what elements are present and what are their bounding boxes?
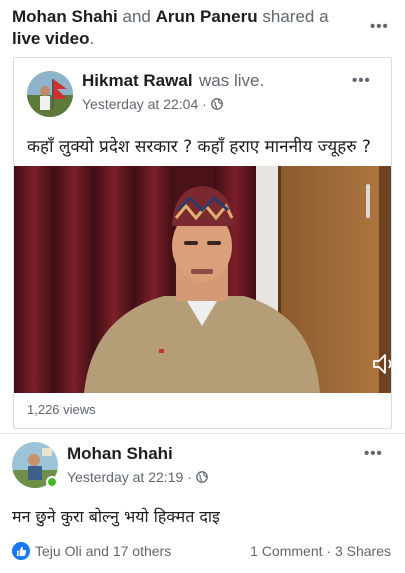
share-period: . [89, 29, 95, 48]
comment-timestamp[interactable]: Yesterday at 22:19 · [67, 469, 208, 485]
comment-author-name[interactable]: Mohan Shahi [67, 444, 173, 464]
globe-icon [210, 98, 223, 110]
post-author-name[interactable]: Hikmat Rawal [82, 71, 193, 91]
share-header: Mohan Shahi and Arun Paneru shared a liv… [12, 6, 352, 50]
volume-icon[interactable] [371, 352, 391, 376]
shared-post-card[interactable]: Hikmat Rawal was live. Yesterday at 22:0… [13, 57, 392, 429]
author-avatar[interactable] [27, 71, 73, 117]
post-timestamp[interactable]: Yesterday at 22:04 · [82, 96, 223, 112]
comment-more-options-icon[interactable]: ••• [364, 445, 383, 462]
engagement-counts: 1 Comment · 3 Shares [250, 543, 391, 559]
comments-count[interactable]: 1 Comment [250, 543, 322, 559]
time-separator: · [202, 96, 207, 112]
avatar-image [27, 71, 73, 117]
globe-icon [195, 471, 208, 483]
like-icon [12, 542, 30, 560]
comment-time-text: Yesterday at 22:19 [67, 469, 184, 485]
online-status-dot [46, 476, 58, 488]
sharer-name-1[interactable]: Mohan Shahi [12, 7, 118, 26]
sharer-name-2[interactable]: Arun Paneru [156, 7, 258, 26]
shares-count[interactable]: 3 Shares [335, 543, 391, 559]
shared-object-link[interactable]: live video [12, 29, 89, 48]
time-separator: · [187, 469, 192, 485]
more-options-icon[interactable]: ••• [370, 18, 389, 35]
share-connector: and [122, 7, 151, 26]
post-author-status: was live. [199, 71, 265, 90]
reactions-text: Teju Oli and 17 others [35, 543, 172, 559]
video-player[interactable] [14, 166, 391, 393]
view-count: 1,226 views [27, 402, 96, 417]
post-text: कहाँ लुक्यो प्रदेश सरकार ? कहाँ हराए मान… [27, 137, 371, 157]
post-time-text: Yesterday at 22:04 [82, 96, 199, 112]
comment-post-text: मन छुने कुरा बोल्नु भयो हिक्मत दाइ [12, 507, 220, 526]
reactions-summary[interactable]: Teju Oli and 17 others [12, 541, 171, 561]
video-thumbnail [14, 166, 391, 393]
post-more-options-icon[interactable]: ••• [352, 72, 371, 89]
share-action: shared a [262, 7, 329, 26]
counts-separator: · [326, 543, 332, 559]
section-divider [0, 433, 405, 434]
